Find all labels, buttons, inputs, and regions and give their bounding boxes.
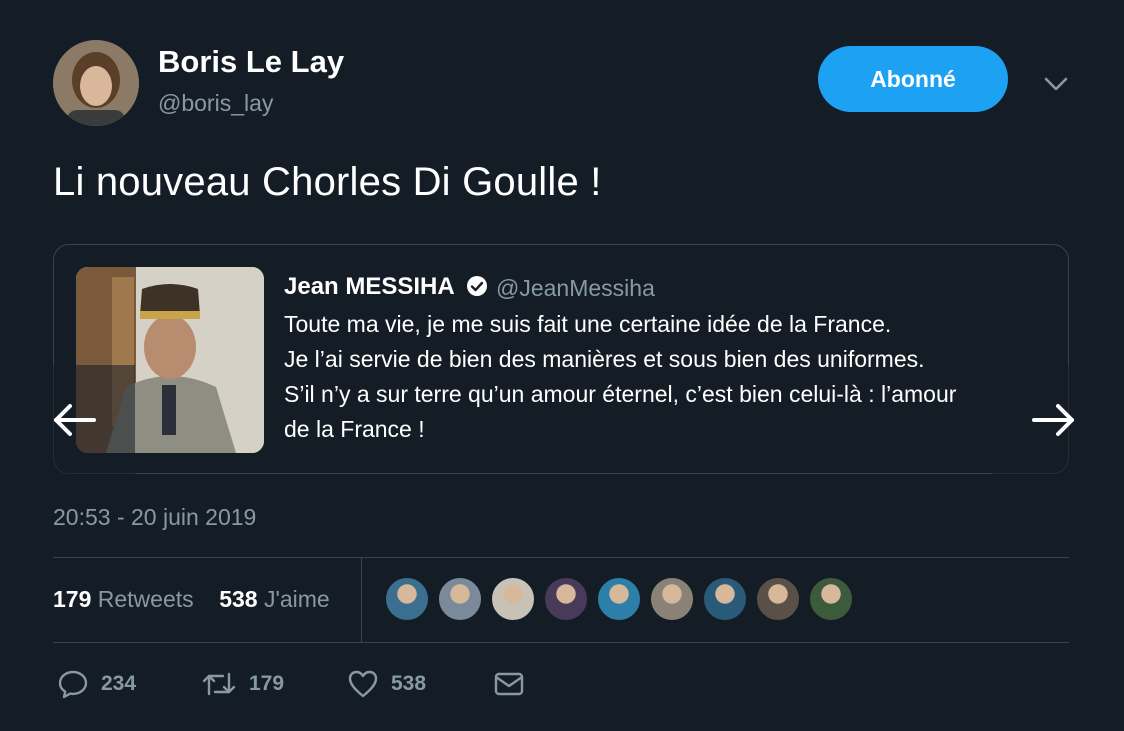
quoted-author-name[interactable]: Jean MESSIHA — [284, 273, 455, 301]
liker-avatar[interactable] — [703, 577, 747, 621]
liker-avatar[interactable] — [756, 577, 800, 621]
likes-stat[interactable]: 538 J'aime — [219, 586, 330, 612]
liker-avatar[interactable] — [438, 577, 482, 621]
arrow-right-icon — [1032, 404, 1074, 436]
like-button[interactable]: 538 — [347, 668, 426, 700]
retweet-count: 179 — [249, 672, 285, 695]
reply-icon — [58, 670, 88, 699]
retweet-icon — [202, 672, 236, 696]
quoted-tweet-text: Toute ma vie, je me suis fait une certai… — [284, 307, 1044, 447]
quoted-author-handle[interactable]: @JeanMessiha — [496, 275, 655, 302]
like-count: 538 — [391, 672, 427, 695]
retweets-label: Retweets — [97, 586, 194, 612]
next-button[interactable] — [992, 365, 1107, 475]
verified-badge-icon — [467, 276, 487, 296]
quoted-text-line: S’il n’y a sur terre qu’un amour éternel… — [284, 381, 957, 407]
retweets-count: 179 — [53, 586, 92, 612]
tweet-text: Li nouveau Chorles Di Goulle ! — [53, 160, 602, 204]
liker-avatar[interactable] — [809, 577, 853, 621]
liker-avatar[interactable] — [597, 577, 641, 621]
likes-count: 538 — [219, 586, 258, 612]
liker-avatar[interactable] — [491, 577, 535, 621]
divider — [361, 558, 362, 642]
liker-avatar[interactable] — [385, 577, 429, 621]
reply-count: 234 — [101, 672, 137, 695]
liker-avatars — [385, 577, 862, 621]
mail-icon — [494, 672, 524, 696]
quoted-text-line: Toute ma vie, je me suis fait une certai… — [284, 311, 892, 337]
likes-label: J'aime — [263, 586, 330, 612]
liker-avatar[interactable] — [544, 577, 588, 621]
divider — [53, 642, 1069, 643]
follow-button[interactable]: Abonné — [818, 46, 1008, 112]
quoted-text-line: de la France ! — [284, 416, 425, 442]
author-name[interactable]: Boris Le Lay — [158, 44, 344, 80]
heart-icon — [348, 670, 378, 698]
tweet-timestamp[interactable]: 20:53 - 20 juin 2019 — [53, 504, 256, 531]
retweet-button[interactable]: 179 — [201, 668, 284, 700]
divider — [53, 557, 1069, 558]
arrow-left-icon — [54, 404, 96, 436]
previous-button[interactable] — [20, 365, 135, 475]
quoted-text-line: Je l’ai servie de bien des manières et s… — [284, 346, 925, 372]
liker-avatar[interactable] — [650, 577, 694, 621]
quoted-tweet-card[interactable]: Jean MESSIHA @JeanMessiha Toute ma vie, … — [53, 244, 1069, 474]
author-handle[interactable]: @boris_lay — [158, 90, 273, 117]
direct-message-button[interactable] — [493, 668, 525, 700]
retweets-stat[interactable]: 179 Retweets — [53, 586, 194, 612]
chevron-down-icon[interactable] — [1042, 72, 1070, 96]
tweet-stats: 179 Retweets 538 J'aime — [53, 586, 330, 613]
reply-button[interactable]: 234 — [57, 668, 136, 700]
author-avatar[interactable] — [53, 40, 139, 126]
